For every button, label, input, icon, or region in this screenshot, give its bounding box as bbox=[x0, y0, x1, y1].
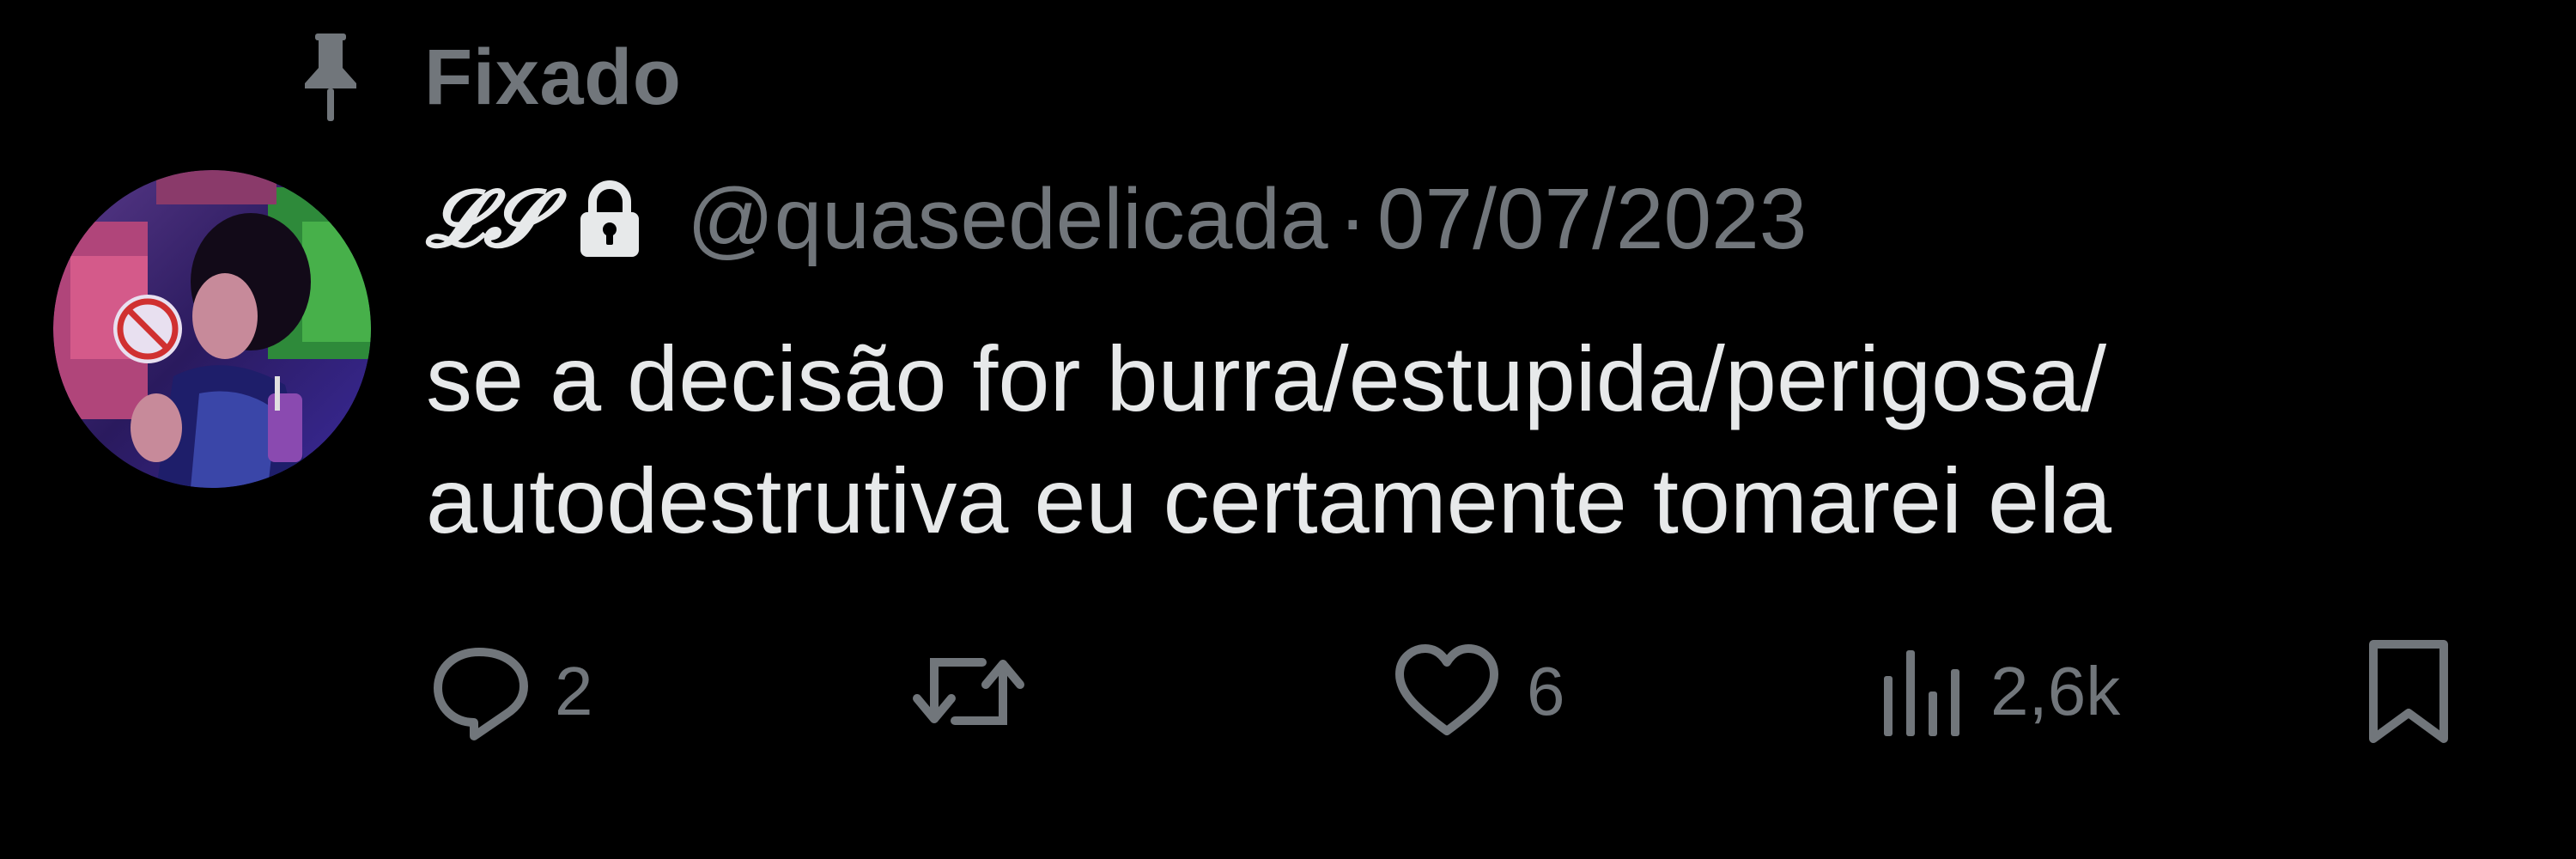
views-count: 2,6k bbox=[1990, 653, 2121, 729]
like-count: 6 bbox=[1527, 653, 1565, 729]
pin-icon bbox=[292, 30, 369, 125]
heart-icon bbox=[1391, 640, 1503, 743]
user-handle[interactable]: @quasedelicada bbox=[687, 170, 1327, 269]
tweet-date[interactable]: 07/07/2023 bbox=[1377, 170, 1807, 269]
retweet-icon bbox=[908, 640, 1029, 743]
reply-button[interactable]: 2 bbox=[428, 636, 593, 747]
avatar[interactable] bbox=[53, 170, 371, 488]
retweet-button[interactable] bbox=[908, 636, 1053, 747]
reply-icon bbox=[428, 640, 531, 743]
tweet-header: 𝓛𝓢 @quasedelicada · 07/07/2023 bbox=[426, 163, 1807, 275]
display-name[interactable]: 𝓛𝓢 bbox=[426, 172, 544, 266]
like-button[interactable]: 6 bbox=[1391, 636, 1565, 747]
pinned-indicator: Fixado bbox=[292, 26, 681, 129]
bookmark-button[interactable] bbox=[2361, 636, 2456, 747]
lock-icon bbox=[575, 176, 644, 262]
pinned-label: Fixado bbox=[424, 33, 682, 121]
reply-count: 2 bbox=[555, 653, 593, 729]
separator-dot: · bbox=[1338, 170, 1367, 267]
tweet-text: se a decisão for burra/estupida/perigosa… bbox=[426, 318, 2487, 562]
action-bar: 2 6 2,6k bbox=[0, 636, 2576, 747]
views-button[interactable]: 2,6k bbox=[1872, 636, 2120, 747]
bookmark-icon bbox=[2361, 636, 2456, 747]
tweet-text-line: autodestrutiva eu certamente tomarei ela bbox=[426, 448, 2112, 552]
views-icon bbox=[1872, 640, 1966, 743]
tweet-text-line: se a decisão for burra/estupida/perigosa… bbox=[426, 326, 2107, 430]
